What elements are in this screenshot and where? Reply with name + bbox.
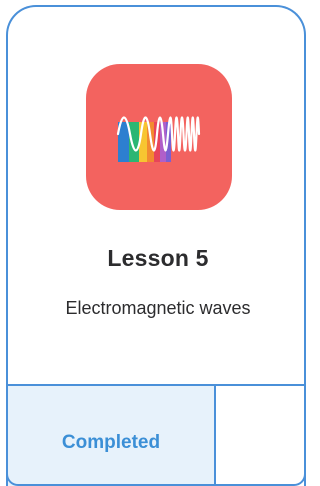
- status-label: Completed: [61, 432, 161, 453]
- completed-status-cell[interactable]: Completed: [8, 386, 216, 486]
- lesson-title: Lesson 5: [107, 245, 209, 271]
- lesson-card[interactable]: Lesson 5 Electromagnetic waves Completed: [6, 5, 306, 486]
- footer-empty-cell: [216, 386, 304, 486]
- electromagnetic-spectrum-wave-icon: [116, 116, 201, 162]
- lesson-thumbnail: [86, 64, 232, 210]
- lesson-subtitle: Electromagnetic waves: [65, 298, 251, 318]
